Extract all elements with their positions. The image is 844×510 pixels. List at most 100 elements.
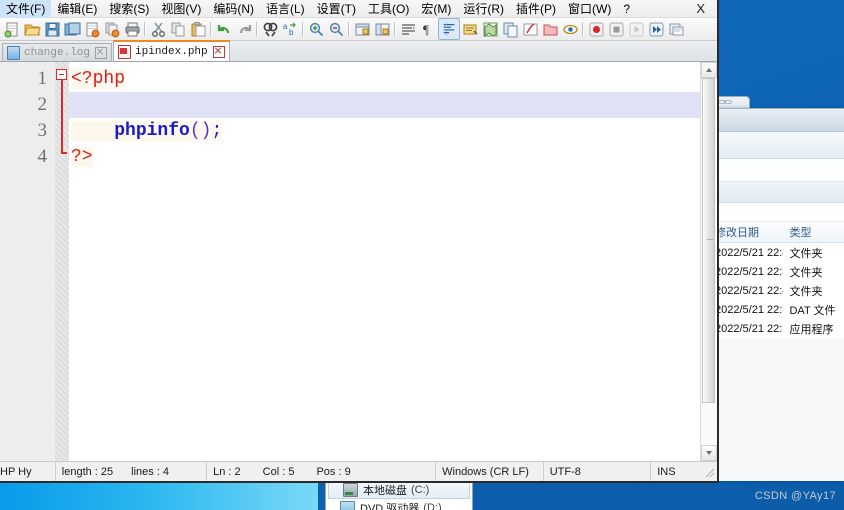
close-icon[interactable] <box>212 45 225 58</box>
menu-run[interactable]: 运行(R) <box>457 0 510 18</box>
svg-text:¶: ¶ <box>423 22 429 37</box>
close-all-icon[interactable] <box>102 19 122 39</box>
open-folder-icon[interactable] <box>22 19 42 39</box>
tab-ipindex-php[interactable]: ipindex.php <box>113 40 230 61</box>
status-col: Col : 5 <box>262 465 295 478</box>
code-line-2[interactable] <box>69 92 700 118</box>
function-name: phpinfo <box>114 121 190 141</box>
macro-save-icon[interactable] <box>666 19 686 39</box>
macro-record-icon[interactable] <box>586 19 606 39</box>
cell-date: 2022/5/21 22:43 <box>715 284 783 297</box>
menu-encoding[interactable]: 编码(N) <box>207 0 260 18</box>
menu-macro[interactable]: 宏(M) <box>415 0 457 18</box>
code-line-4[interactable]: ?> <box>69 144 700 170</box>
notepad-plus-plus-window[interactable]: 文件(F) 编辑(E) 搜索(S) 视图(V) 编码(N) 语言(L) 设置(T… <box>0 0 719 483</box>
fold-collapse-icon[interactable] <box>56 69 67 80</box>
explorer-toolbar[interactable] <box>709 132 844 159</box>
explorer-search-bar[interactable] <box>709 182 844 203</box>
menu-tools[interactable]: 工具(O) <box>362 0 415 18</box>
scrollbar-thumb[interactable] <box>702 78 715 403</box>
php-open-tag: <?php <box>71 69 126 89</box>
editor-area[interactable]: 1 2 3 4 <?php phpinfo(); ?> <box>0 62 717 461</box>
menu-language[interactable]: 语言(L) <box>260 0 311 18</box>
editor-vertical-scrollbar[interactable] <box>700 62 717 461</box>
word-wrap-icon[interactable] <box>398 19 418 39</box>
table-row[interactable]: 2022/5/21 22:43 文件夹 <box>709 281 844 300</box>
menu-edit[interactable]: 编辑(E) <box>51 0 103 18</box>
redo-icon[interactable] <box>234 19 254 39</box>
status-ln: Ln : 2 <box>213 465 241 478</box>
table-row[interactable]: 2022/5/21 22:32 DAT 文件 <box>709 300 844 319</box>
cut-icon[interactable] <box>148 19 168 39</box>
menu-view[interactable]: 视图(V) <box>155 0 207 18</box>
menu-plugins[interactable]: 插件(P) <box>510 0 562 18</box>
chevron-down-icon <box>706 451 712 455</box>
table-row[interactable]: 2022/5/21 22:44 文件夹 <box>709 243 844 262</box>
user-define-dialog-icon[interactable] <box>460 19 480 39</box>
status-encoding: UTF-8 <box>544 462 652 481</box>
close-icon[interactable] <box>95 46 108 59</box>
scrollbar-track[interactable] <box>701 78 717 445</box>
drive-list-popup[interactable]: 本地磁盘 (C:) DVD 驱动器 (D:) <box>325 479 473 510</box>
show-doc-map-icon[interactable] <box>480 19 500 39</box>
scroll-up-button[interactable] <box>701 62 717 78</box>
save-icon[interactable] <box>42 19 62 39</box>
function-list-icon[interactable] <box>520 19 540 39</box>
folder-as-workspace-icon[interactable] <box>540 19 560 39</box>
new-file-icon[interactable] <box>2 19 22 39</box>
explorer-titlebar[interactable] <box>709 109 844 132</box>
zoom-in-icon[interactable] <box>306 19 326 39</box>
explorer-file-list[interactable]: 2022/5/21 22:44 文件夹 2022/5/21 22:31 文件夹 … <box>709 243 844 338</box>
menu-file[interactable]: 文件(F) <box>0 0 52 18</box>
save-all-icon[interactable] <box>62 19 82 39</box>
undo-icon[interactable] <box>214 19 234 39</box>
show-all-chars-icon[interactable]: ¶ <box>418 19 438 39</box>
fold-margin[interactable] <box>55 62 69 461</box>
close-window-button[interactable]: X <box>692 1 709 16</box>
menu-bar[interactable]: 文件(F) 编辑(E) 搜索(S) 视图(V) 编码(N) 语言(L) 设置(T… <box>0 0 717 18</box>
column-type[interactable]: 类型 <box>783 224 844 240</box>
macro-play-multiple-icon[interactable] <box>646 19 666 39</box>
close-file-icon[interactable] <box>82 19 102 39</box>
scroll-down-button[interactable] <box>701 445 717 461</box>
sync-horizontal-icon[interactable] <box>372 19 392 39</box>
copy-icon[interactable] <box>168 19 188 39</box>
tab-bar[interactable]: change.log ipindex.php <box>0 40 717 62</box>
list-item-dvd-drive[interactable]: DVD 驱动器 (D:) <box>326 499 472 510</box>
table-row[interactable]: 2022/5/21 22:31 文件夹 <box>709 262 844 281</box>
find-icon[interactable] <box>260 19 280 39</box>
drive-letter: (C:) <box>411 483 430 496</box>
line-number: 3 <box>37 120 48 141</box>
line-number: 2 <box>37 94 48 115</box>
cell-date: 2022/5/21 22:31 <box>715 322 783 335</box>
status-eol-format: Windows (CR LF) <box>436 462 544 481</box>
zoom-out-icon[interactable] <box>326 19 346 39</box>
menu-help[interactable]: ? <box>617 1 636 17</box>
php-close-tag: ?> <box>71 147 93 167</box>
code-line-3[interactable]: phpinfo(); <box>69 118 700 144</box>
statement-semicolon: ; <box>211 121 223 141</box>
column-date-modified[interactable]: 修改日期 <box>709 224 783 240</box>
monitoring-icon[interactable] <box>560 19 580 39</box>
cell-date: 2022/5/21 22:44 <box>715 246 783 259</box>
doc-switcher-icon[interactable] <box>500 19 520 39</box>
paste-icon[interactable] <box>188 19 208 39</box>
replace-icon[interactable]: ab <box>280 19 300 39</box>
macro-stop-icon[interactable] <box>606 19 626 39</box>
menu-window[interactable]: 窗口(W) <box>562 0 617 18</box>
sync-vertical-icon[interactable] <box>352 19 372 39</box>
code-content[interactable]: <?php phpinfo(); ?> <box>69 62 700 461</box>
macro-play-icon[interactable] <box>626 19 646 39</box>
print-icon[interactable] <box>122 19 142 39</box>
taskbar[interactable] <box>0 480 318 510</box>
resize-grip[interactable] <box>703 466 715 478</box>
menu-search[interactable]: 搜索(S) <box>103 0 155 18</box>
indent-guide-icon[interactable] <box>438 18 460 40</box>
tab-change-log[interactable]: change.log <box>2 43 113 61</box>
table-row[interactable]: 2022/5/21 22:31 应用程序 <box>709 319 844 338</box>
explorer-address-bar[interactable] <box>709 159 844 182</box>
explorer-window[interactable]: 修改日期 类型 2022/5/21 22:44 文件夹 2022/5/21 22… <box>708 108 844 481</box>
menu-settings[interactable]: 设置(T) <box>311 0 362 18</box>
code-line-1[interactable]: <?php <box>69 66 700 92</box>
toolbar[interactable]: ab ¶ <box>0 18 717 41</box>
